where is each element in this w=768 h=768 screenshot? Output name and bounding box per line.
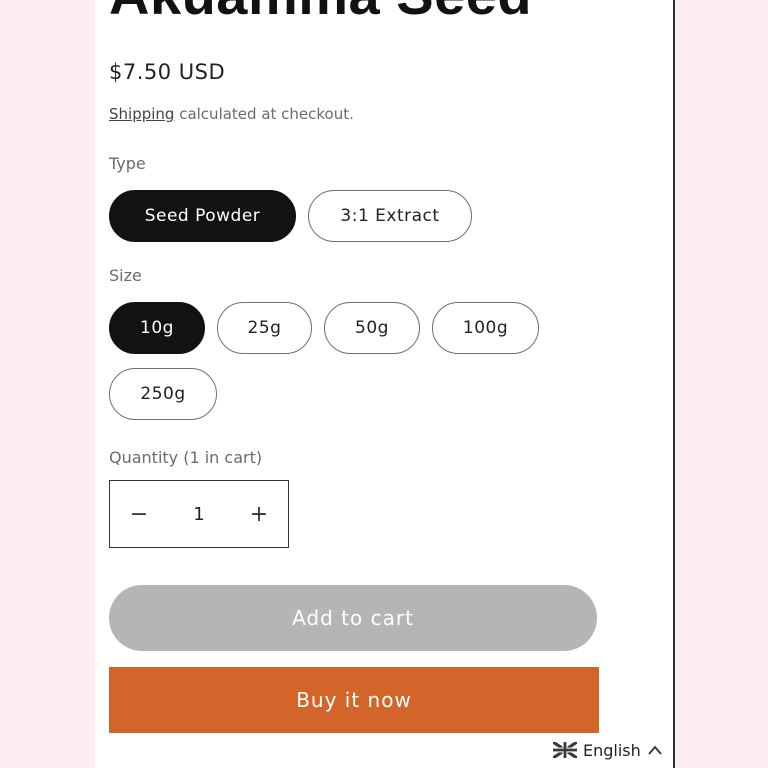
type-option-extract[interactable]: 3:1 Extract bbox=[308, 190, 472, 242]
type-label: Type bbox=[109, 154, 146, 173]
quantity-input[interactable]: 1 bbox=[168, 481, 230, 547]
product-price: $7.50 USD bbox=[109, 60, 226, 84]
quantity-increase-button[interactable]: + bbox=[230, 481, 288, 547]
language-switcher[interactable]: English bbox=[553, 738, 663, 762]
language-label: English bbox=[583, 740, 641, 760]
size-option-25g[interactable]: 25g bbox=[217, 302, 312, 354]
shipping-link[interactable]: Shipping bbox=[109, 105, 174, 123]
add-to-cart-button[interactable]: Add to cart bbox=[109, 585, 597, 651]
shipping-note: Shipping calculated at checkout. bbox=[109, 105, 354, 123]
size-option-250g[interactable]: 250g bbox=[109, 368, 217, 420]
chevron-up-icon bbox=[648, 745, 662, 755]
type-option-seed-powder[interactable]: Seed Powder bbox=[109, 190, 296, 242]
buy-now-button[interactable]: Buy it now bbox=[109, 667, 599, 733]
product-title: Akuamma Seed bbox=[109, 0, 532, 27]
size-option-50g[interactable]: 50g bbox=[324, 302, 420, 354]
size-label: Size bbox=[109, 266, 142, 285]
uk-flag-icon bbox=[553, 742, 577, 758]
product-panel: Akuamma Seed $7.50 USD Shipping calculat… bbox=[95, 0, 675, 768]
quantity-decrease-button[interactable]: − bbox=[110, 481, 168, 547]
shipping-note-text: calculated at checkout. bbox=[174, 105, 354, 123]
size-option-100g[interactable]: 100g bbox=[432, 302, 539, 354]
size-option-10g[interactable]: 10g bbox=[109, 302, 205, 354]
quantity-stepper: − 1 + bbox=[109, 480, 289, 548]
quantity-label: Quantity (1 in cart) bbox=[109, 448, 263, 467]
